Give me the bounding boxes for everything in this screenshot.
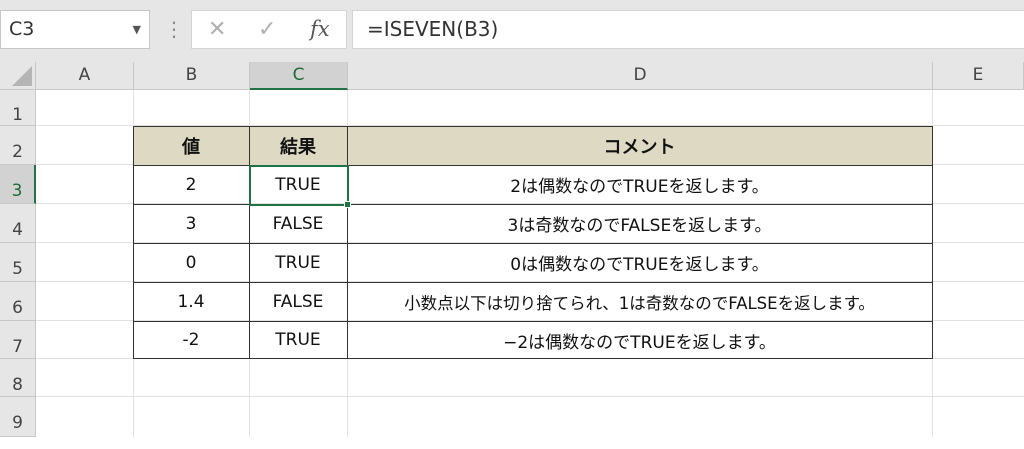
row-header-2[interactable]: 2 bbox=[0, 126, 36, 165]
row-header-8[interactable]: 8 bbox=[0, 359, 36, 397]
cell-d3[interactable]: 2は偶数なのでTRUEを返します。 bbox=[347, 165, 932, 204]
row-header-7[interactable]: 7 bbox=[0, 321, 36, 359]
table-border bbox=[133, 126, 933, 127]
cell-d6[interactable]: 小数点以下は切り捨てられ、1は奇数なのでFALSEを返します。 bbox=[347, 282, 932, 321]
column-header-a[interactable]: A bbox=[36, 62, 134, 90]
formula-bar: C3 ▼ ⋮ ✕ ✓ fx =ISEVEN(B3) bbox=[0, 0, 1024, 62]
cell-d7[interactable]: −2は偶数なのでTRUEを返します。 bbox=[347, 321, 932, 359]
name-box[interactable]: C3 ▼ bbox=[0, 10, 150, 49]
cell-d4[interactable]: 3は奇数なのでFALSEを返します。 bbox=[347, 204, 932, 243]
column-header-b[interactable]: B bbox=[134, 62, 250, 90]
chevron-down-icon[interactable]: ▼ bbox=[133, 11, 141, 48]
cell-b7[interactable]: -2 bbox=[133, 321, 249, 359]
cell-c5[interactable]: TRUE bbox=[249, 243, 347, 282]
cancel-icon[interactable]: ✕ bbox=[208, 11, 226, 48]
header-cell-result[interactable]: 結果 bbox=[249, 126, 347, 165]
table-border bbox=[133, 358, 933, 359]
row-header-5[interactable]: 5 bbox=[0, 243, 36, 282]
active-cell-selection bbox=[249, 165, 349, 206]
table-border bbox=[347, 126, 348, 359]
name-box-value: C3 bbox=[9, 18, 35, 40]
table-border bbox=[133, 321, 933, 322]
gridline bbox=[36, 396, 1024, 397]
table-border bbox=[932, 126, 933, 359]
header-cell-comment[interactable]: コメント bbox=[347, 126, 932, 165]
table-border bbox=[133, 282, 933, 283]
cell-b4[interactable]: 3 bbox=[133, 204, 249, 243]
check-icon[interactable]: ✓ bbox=[258, 11, 276, 48]
row-header-6[interactable]: 6 bbox=[0, 282, 36, 321]
cell-c7[interactable]: TRUE bbox=[249, 321, 347, 359]
row-header-4[interactable]: 4 bbox=[0, 204, 36, 243]
select-all-button[interactable] bbox=[0, 62, 36, 90]
row-header-3[interactable]: 3 bbox=[0, 165, 36, 204]
table-border bbox=[249, 126, 250, 359]
formula-input[interactable]: =ISEVEN(B3) bbox=[352, 10, 1024, 49]
select-all-triangle-icon bbox=[12, 66, 32, 86]
column-header-d[interactable]: D bbox=[348, 62, 933, 90]
cell-c6[interactable]: FALSE bbox=[249, 282, 347, 321]
fill-handle[interactable] bbox=[344, 201, 351, 208]
cell-d5[interactable]: 0は偶数なのでTRUEを返します。 bbox=[347, 243, 932, 282]
more-options-icon[interactable]: ⋮ bbox=[164, 12, 184, 46]
table-border bbox=[133, 126, 134, 359]
cell-b5[interactable]: 0 bbox=[133, 243, 249, 282]
insert-function-icon[interactable]: fx bbox=[310, 11, 330, 48]
table-border bbox=[133, 243, 933, 244]
column-header-c[interactable]: C bbox=[250, 62, 348, 90]
cell-b3[interactable]: 2 bbox=[133, 165, 249, 204]
formula-tools: ✕ ✓ fx bbox=[191, 10, 347, 49]
column-header-e[interactable]: E bbox=[933, 62, 1024, 90]
row-header-9[interactable]: 9 bbox=[0, 397, 36, 437]
cell-c4[interactable]: FALSE bbox=[249, 204, 347, 243]
row-header-1[interactable]: 1 bbox=[0, 90, 36, 126]
header-cell-value[interactable]: 値 bbox=[133, 126, 249, 165]
cell-b6[interactable]: 1.4 bbox=[133, 282, 249, 321]
